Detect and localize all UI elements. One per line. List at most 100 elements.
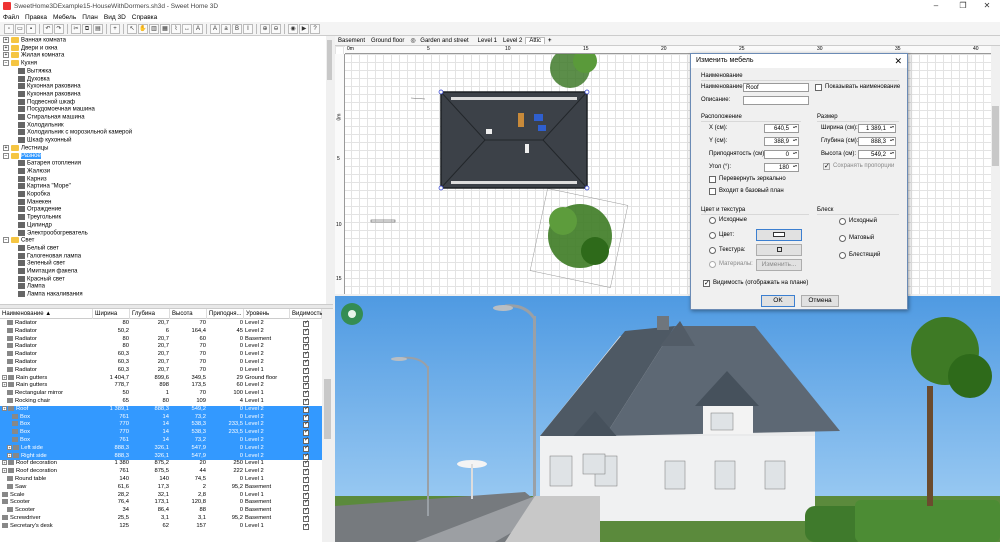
table-row[interactable]: + Right side 888,3 326,1 547,9 0 Level 2 — [0, 452, 322, 461]
visible-checkbox[interactable] — [303, 382, 309, 390]
width-spinner[interactable]: 1 389,1 — [858, 124, 896, 133]
create-dimensions-icon[interactable]: ↔ — [182, 23, 192, 34]
tree-item[interactable]: Жалюзи — [18, 167, 50, 176]
table-row[interactable]: Radiator 80 20,7 70 0 Level 2 — [0, 343, 322, 351]
zoom-out-icon[interactable]: ⊖ — [271, 23, 281, 34]
tree-item[interactable]: Коробка — [18, 191, 50, 199]
cancel-button[interactable]: Отмена — [801, 295, 839, 307]
basemap-checkbox[interactable] — [709, 188, 716, 195]
tree-item[interactable]: Вытяжка — [18, 67, 51, 76]
tree-item[interactable]: Подвесной шкаф — [18, 98, 75, 107]
table-row[interactable]: Rectangular mirror 50 1 70 100 Level 1 — [0, 390, 322, 398]
table-row[interactable]: Saw 61,6 17,3 2 95,2 Basement — [0, 483, 322, 492]
table-row[interactable]: + Roof 1 389,1 888,3 549,2 0 Level 2 — [0, 405, 322, 414]
table-row[interactable]: Radiator 50,2 6 164,4 45 Level 2 — [0, 327, 322, 336]
name-field[interactable]: Roof — [743, 83, 809, 92]
copy-icon[interactable]: ⧉ — [82, 23, 92, 34]
menu-help[interactable]: Справка — [132, 14, 158, 21]
tab-basement[interactable]: Basement — [335, 38, 368, 44]
texture-button[interactable] — [756, 244, 802, 256]
create-video-icon[interactable]: ▶ — [299, 23, 309, 34]
y-spinner[interactable]: 388,9 — [764, 137, 799, 146]
open-icon[interactable]: ▭ — [15, 23, 25, 34]
visible-checkbox[interactable] — [303, 421, 309, 429]
undo-icon[interactable]: ↶ — [43, 23, 53, 34]
tree-category[interactable]: − Свет — [3, 237, 34, 245]
color-radio[interactable] — [709, 232, 716, 239]
tree-item[interactable]: Галогеновая лампа — [18, 252, 81, 261]
col-level[interactable]: Уровень — [244, 309, 290, 319]
tree-item[interactable]: Треугольник — [18, 214, 61, 222]
visible-checkbox[interactable] — [303, 336, 309, 343]
tree-item[interactable]: Электрообогреватель — [18, 229, 88, 238]
add-furniture-icon[interactable]: + — [110, 23, 120, 34]
expand-icon[interactable]: + — [3, 44, 9, 51]
increase-text-icon[interactable]: A — [210, 23, 220, 34]
elevation-spinner[interactable]: 0 — [764, 150, 799, 159]
table-row[interactable]: Rocking chair 65 80 109 4 Level 1 — [0, 398, 322, 406]
tree-item[interactable]: Шкаф кухонный — [18, 137, 71, 145]
tree-item[interactable]: Манекен — [18, 198, 51, 207]
col-elevation[interactable]: Приподня... — [207, 309, 244, 319]
visible-checkbox[interactable] — [303, 429, 309, 437]
collapse-icon[interactable]: − — [3, 237, 9, 244]
redo-icon[interactable]: ↷ — [54, 23, 64, 34]
menu-edit[interactable]: Правка — [25, 14, 47, 21]
shininess-matt-radio[interactable] — [839, 235, 846, 242]
show-name-checkbox[interactable] — [815, 84, 822, 91]
visible-checkbox[interactable] — [303, 406, 309, 414]
table-row[interactable]: Box 761 14 73,2 0 Level 2 — [0, 437, 322, 445]
minimize-icon[interactable]: – — [923, 0, 949, 12]
table-row[interactable]: Radiator 80 20,7 60 0 Basement — [0, 335, 322, 343]
table-row[interactable]: Radiator 60,3 20,7 70 0 Level 2 — [0, 351, 322, 359]
expand-icon[interactable]: + — [2, 382, 7, 388]
create-polylines-icon[interactable]: ⌇ — [171, 23, 181, 34]
ok-button[interactable]: OK — [761, 295, 795, 307]
visible-checkbox[interactable] — [303, 507, 309, 515]
menu-file[interactable]: Файл — [3, 14, 19, 21]
table-row[interactable]: Radiator 80 20,7 70 0 Level 2 — [0, 320, 322, 328]
visible-checkbox[interactable] — [303, 328, 309, 336]
menu-furniture[interactable]: Мебель — [53, 14, 76, 21]
new-icon[interactable]: ▫ — [4, 23, 14, 34]
expand-icon[interactable]: + — [3, 144, 9, 151]
depth-spinner[interactable]: 888,3 — [858, 137, 896, 146]
col-visible[interactable]: Видимость — [290, 309, 323, 319]
help-icon[interactable]: ? — [310, 23, 320, 34]
tree-item[interactable]: Красный свет — [18, 275, 65, 284]
visible-checkbox[interactable] — [303, 343, 309, 351]
visible-checkbox[interactable] — [703, 279, 710, 287]
tree-item[interactable]: Карниз — [18, 175, 47, 184]
col-depth[interactable]: Глубина — [130, 309, 170, 319]
tree-item[interactable]: Холодильник — [18, 121, 64, 130]
bold-icon[interactable]: B — [232, 23, 242, 34]
cut-icon[interactable]: ✂ — [71, 23, 81, 34]
tree-category[interactable]: − Кухня — [3, 60, 37, 68]
table-row[interactable]: Radiator 60,3 20,7 70 0 Level 1 — [0, 366, 322, 375]
table-row[interactable]: + Left side 888,3 326,1 547,9 0 Level 2 — [0, 444, 322, 453]
color-button[interactable] — [756, 229, 802, 241]
texture-radio[interactable] — [709, 247, 716, 254]
tree-item[interactable]: Холодильник с морозильной камерой — [18, 129, 132, 137]
visible-checkbox[interactable] — [303, 515, 309, 523]
table-row[interactable]: Round table 140 140 74,5 0 Level 1 — [0, 476, 322, 484]
tree-item[interactable]: Цилиндр — [18, 221, 52, 230]
visible-checkbox[interactable] — [303, 437, 309, 445]
save-icon[interactable]: ▪ — [26, 23, 36, 34]
expand-icon[interactable]: + — [2, 468, 7, 474]
select-icon[interactable]: ↖ — [127, 23, 137, 34]
visible-checkbox[interactable] — [303, 484, 309, 492]
tree-category[interactable]: + Двери и окна — [3, 44, 58, 53]
close-icon[interactable]: ✕ — [974, 0, 1000, 12]
tab-level-2[interactable]: Level 2 — [500, 38, 525, 44]
table-row[interactable]: Scooter 76,4 173,1 120,8 0 Basement — [0, 499, 322, 507]
visible-checkbox[interactable] — [303, 351, 309, 359]
collapse-icon[interactable]: − — [3, 152, 9, 159]
decrease-text-icon[interactable]: a — [221, 23, 231, 34]
x-spinner[interactable]: 640,5 — [764, 124, 799, 133]
collapse-icon[interactable]: − — [3, 60, 9, 67]
maximize-icon[interactable]: ❐ — [950, 0, 976, 12]
dialog-close-icon[interactable]: ✕ — [894, 54, 902, 68]
visible-checkbox[interactable] — [303, 398, 309, 406]
table-row[interactable]: Secretary's desk 125 62 157 0 Level 1 — [0, 522, 322, 531]
